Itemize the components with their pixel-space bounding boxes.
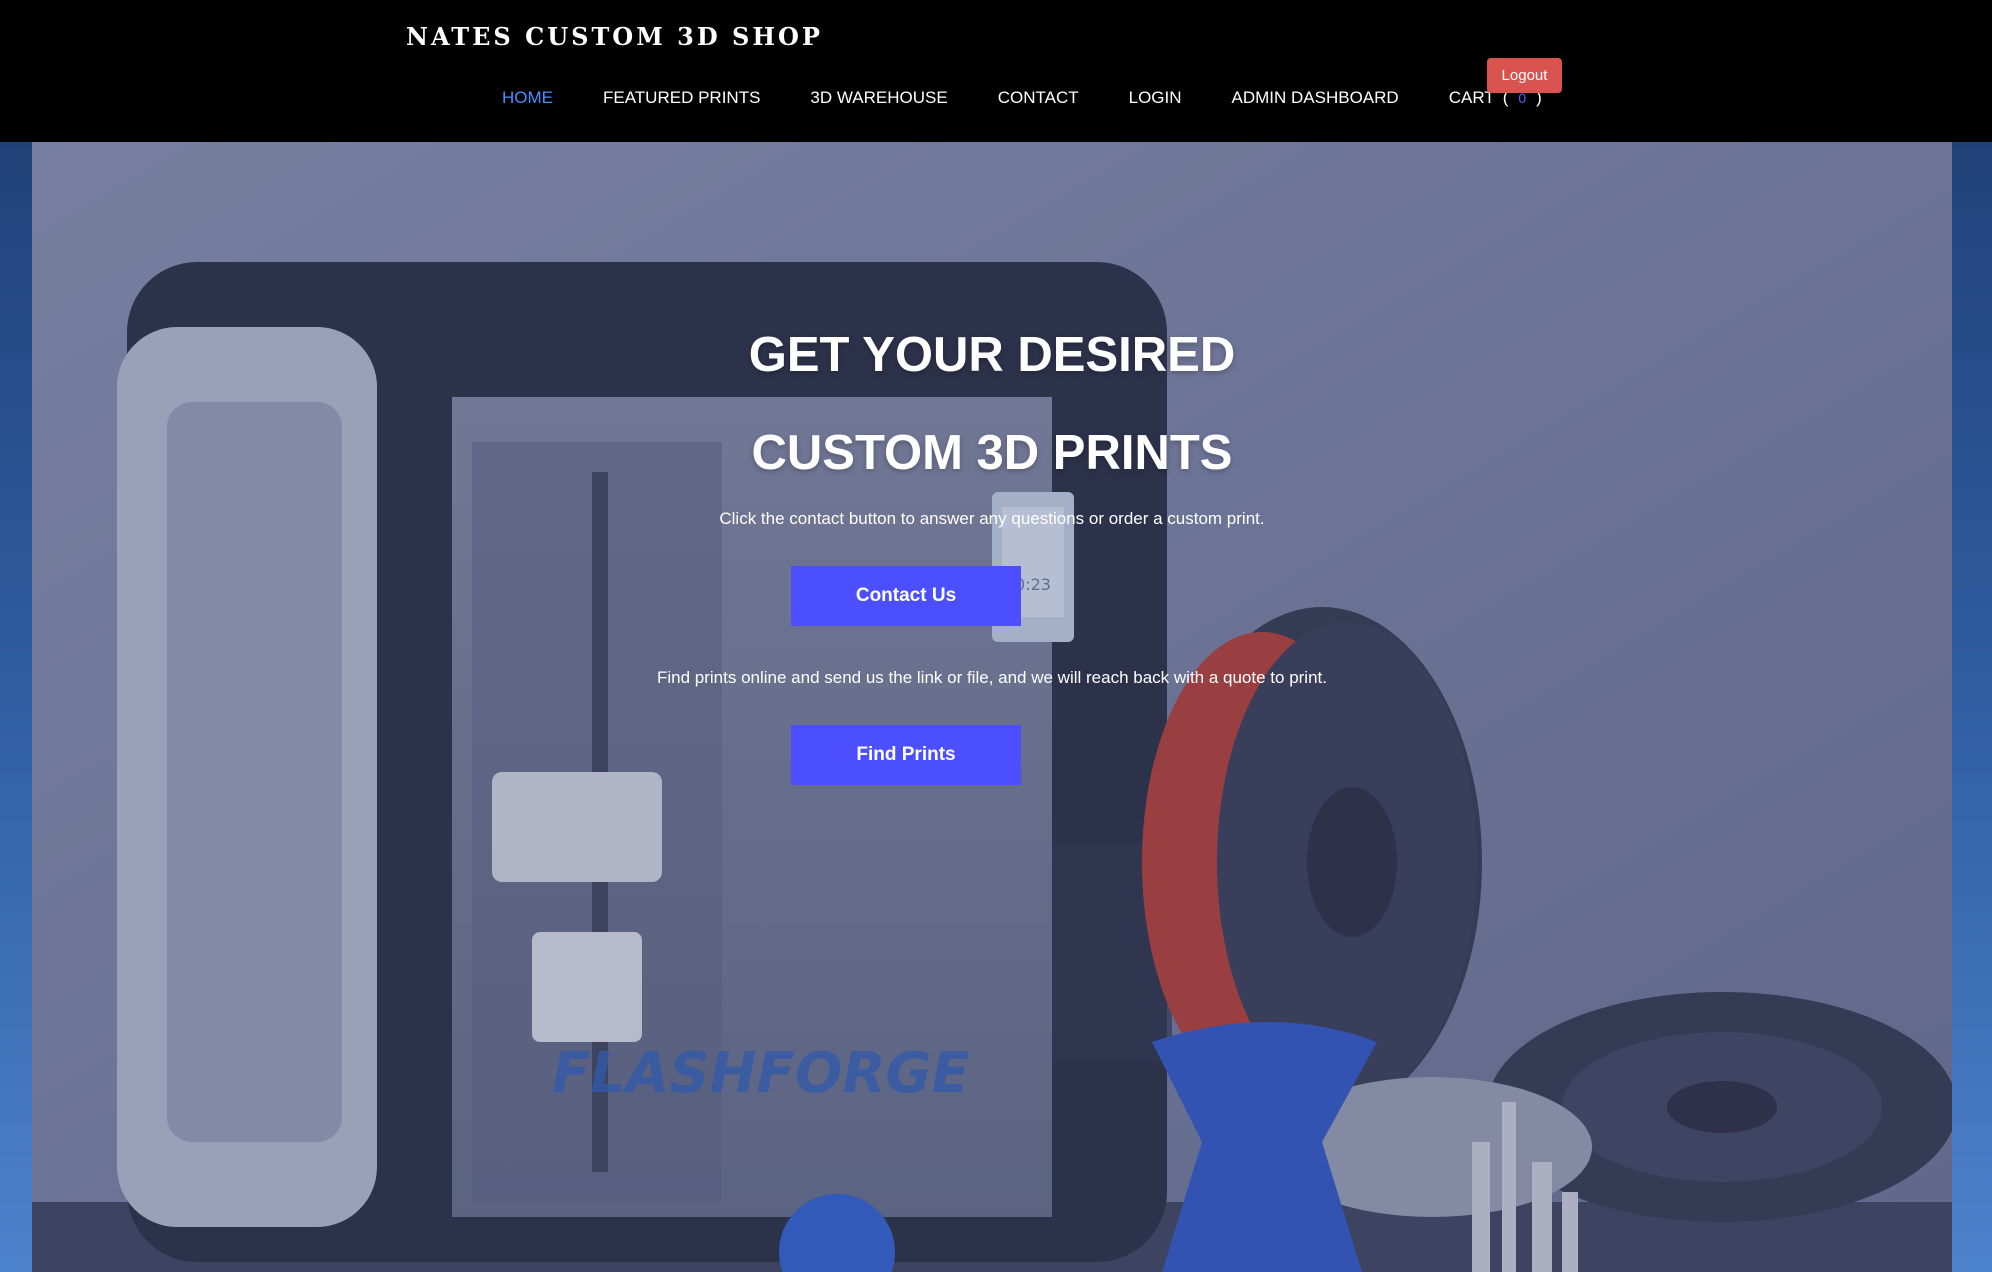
- site-brand[interactable]: NATES CUSTOM 3D SHOP: [406, 22, 823, 51]
- nav-home[interactable]: HOME: [502, 88, 553, 108]
- nav-login[interactable]: LOGIN: [1129, 88, 1182, 108]
- nav-admin-dashboard[interactable]: ADMIN DASHBOARD: [1232, 88, 1399, 108]
- contact-us-button[interactable]: Contact Us: [791, 566, 1021, 626]
- site-header: NATES CUSTOM 3D SHOP HOME FEATURED PRINT…: [0, 0, 1992, 142]
- hero-headline-line2: CUSTOM 3D PRINTS: [751, 426, 1233, 480]
- hero-tint-overlay: [32, 142, 1952, 1272]
- find-prints-description: Find prints online and send us the link …: [657, 668, 1327, 687]
- logout-button[interactable]: Logout: [1487, 58, 1562, 93]
- hero-section: 0:23 FLASHFORGE GET YOUR DESIRED CUSTOM …: [32, 142, 1952, 1272]
- nav-contact[interactable]: CONTACT: [998, 88, 1079, 108]
- hero-headline-line1: GET YOUR DESIRED: [748, 328, 1236, 382]
- nav-featured-prints[interactable]: FEATURED PRINTS: [603, 88, 760, 108]
- contact-description: Click the contact button to answer any q…: [719, 509, 1265, 528]
- main-nav: HOME FEATURED PRINTS 3D WAREHOUSE CONTAC…: [502, 88, 1568, 108]
- nav-3d-warehouse[interactable]: 3D WAREHOUSE: [810, 88, 947, 108]
- find-prints-button[interactable]: Find Prints: [791, 725, 1021, 785]
